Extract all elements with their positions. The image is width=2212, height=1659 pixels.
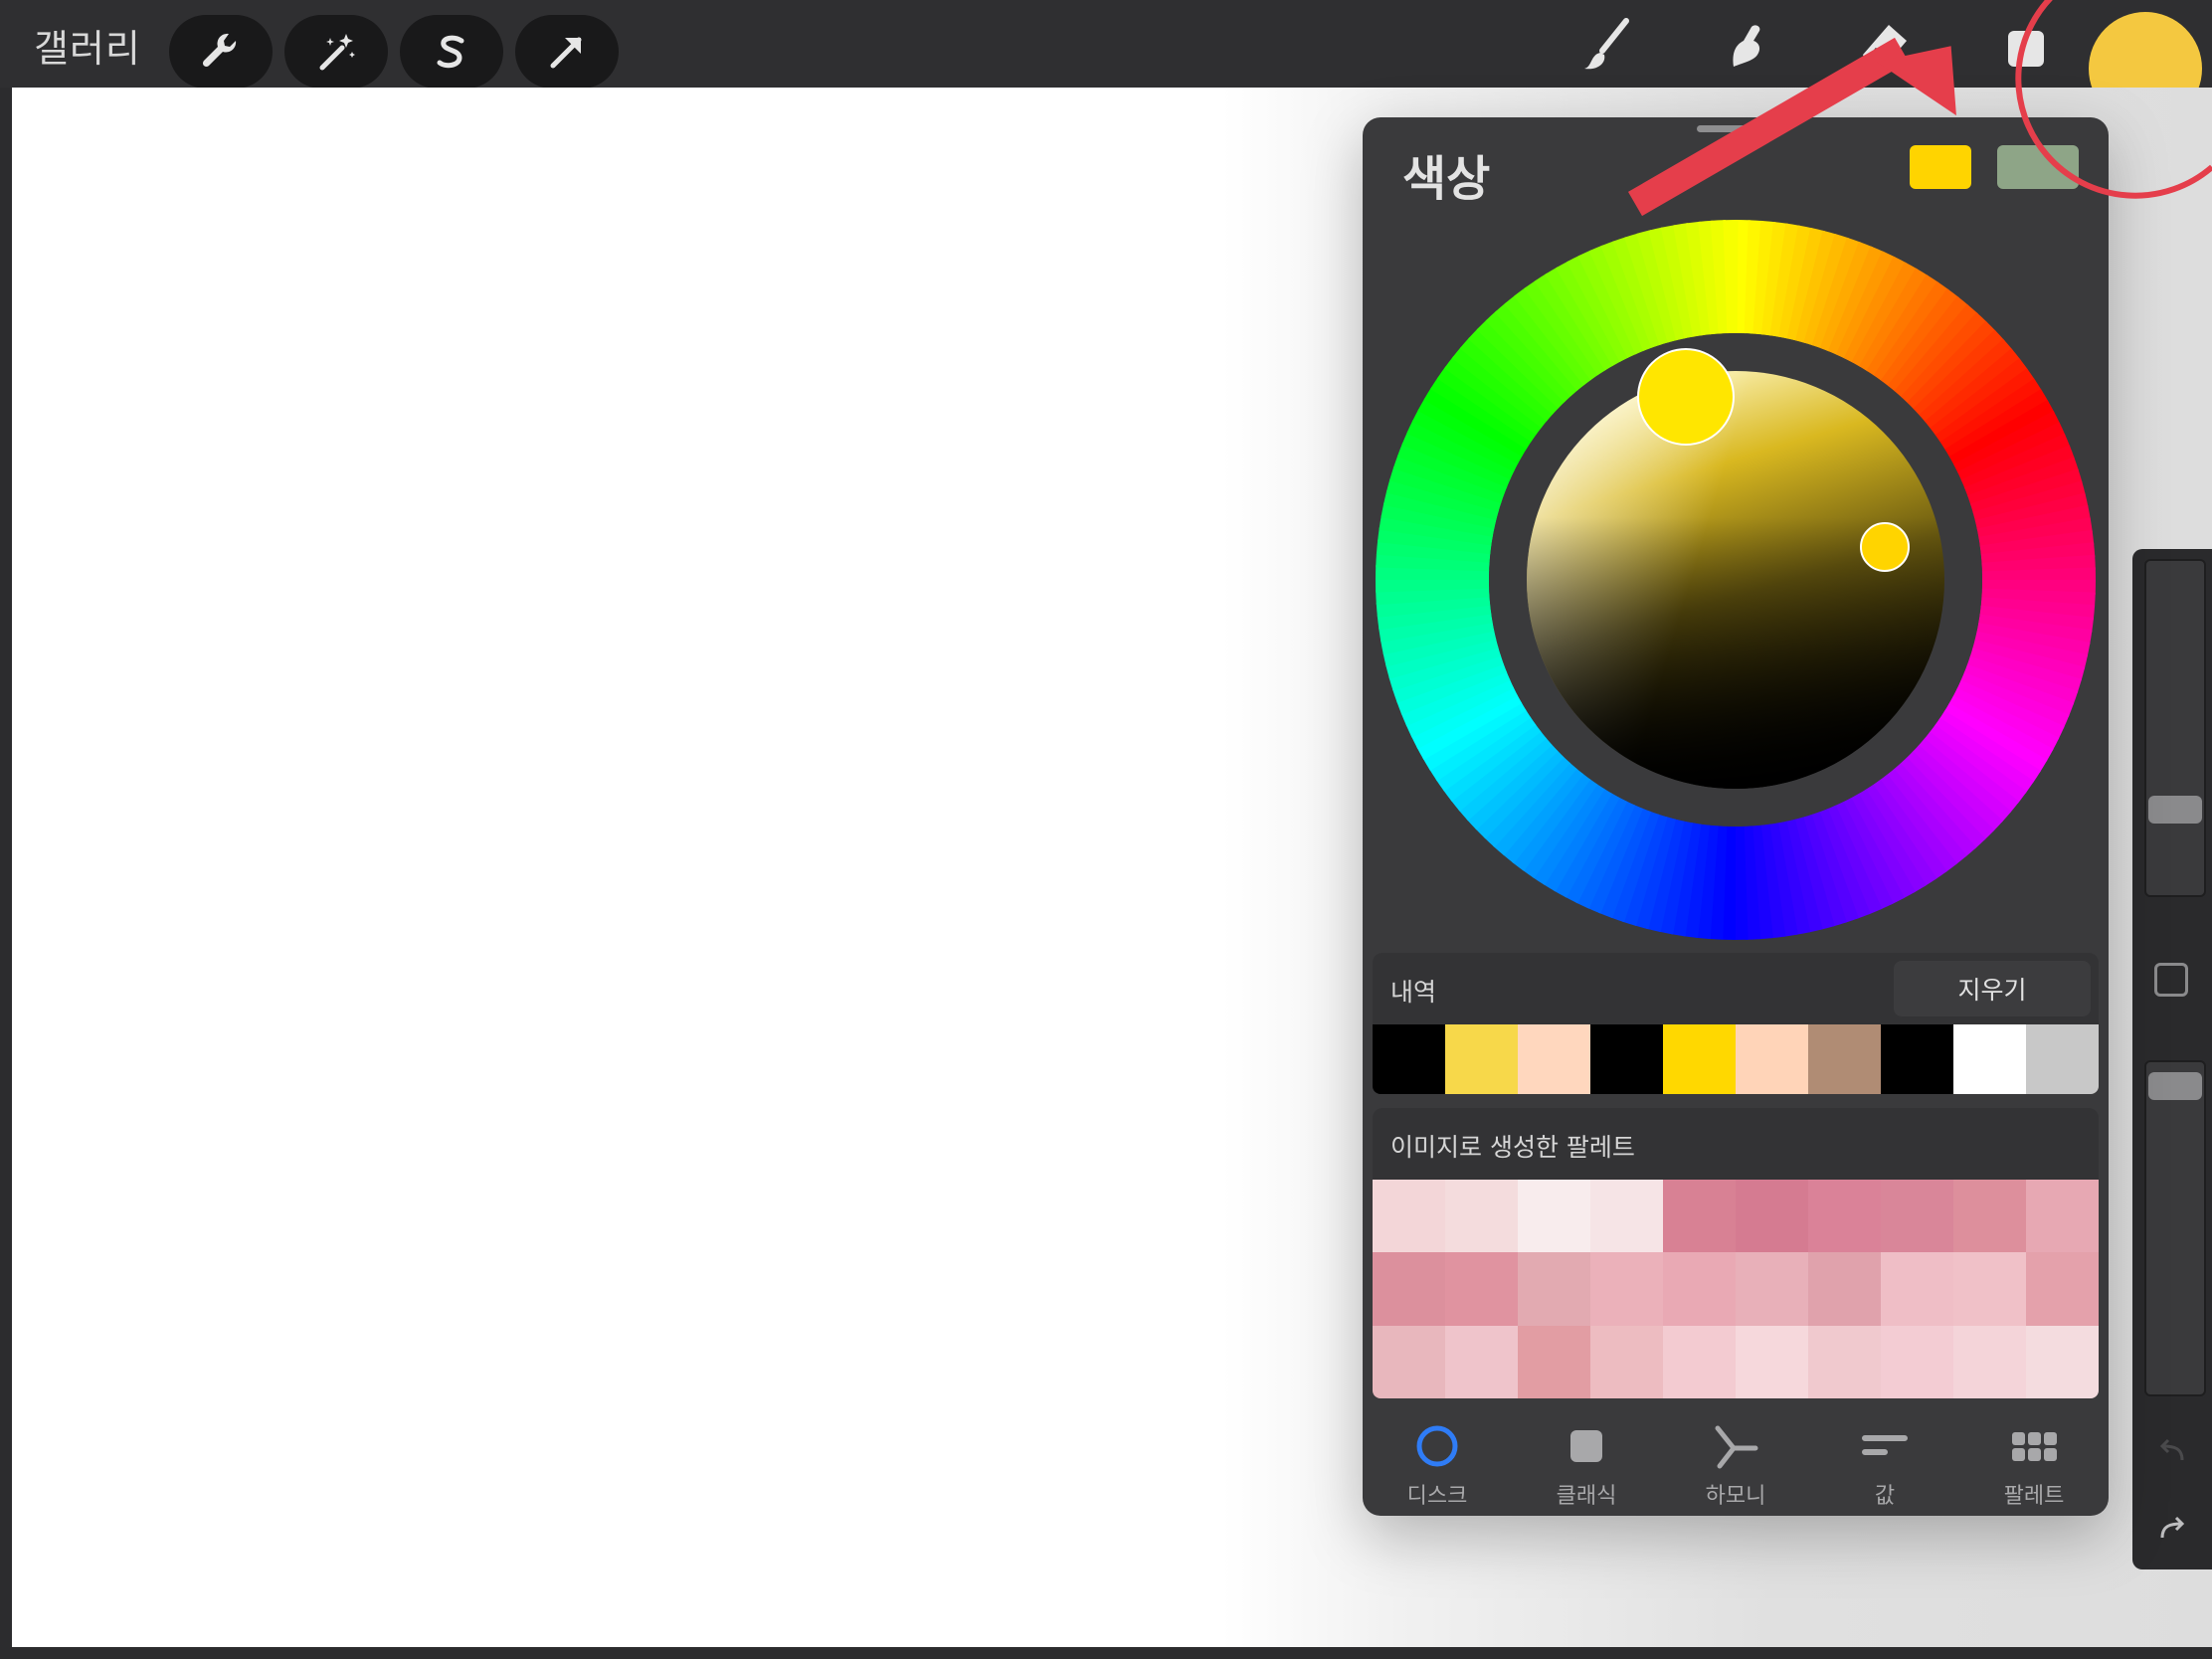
color-mode-tabbar: 디스크 클래식 하모니 값 팔레트: [1363, 1410, 2109, 1516]
history-swatch[interactable]: [1881, 1024, 1953, 1094]
tab-disc[interactable]: 디스크: [1363, 1410, 1512, 1516]
brush-size-slider[interactable]: [2144, 559, 2206, 897]
palette-swatch[interactable]: [1373, 1252, 1445, 1326]
tab-label: 값: [1874, 1484, 1896, 1509]
value-sliders-icon: [1862, 1435, 1908, 1455]
palette-swatch[interactable]: [1590, 1325, 1663, 1398]
tab-label: 클래식: [1556, 1484, 1617, 1509]
wrench-icon[interactable]: [169, 15, 273, 89]
palette-swatches: [1373, 1180, 2099, 1398]
tab-label: 디스크: [1406, 1484, 1468, 1509]
palette-swatch[interactable]: [1736, 1252, 1808, 1326]
palette-swatch[interactable]: [1518, 1325, 1590, 1398]
palette-swatch[interactable]: [1736, 1325, 1808, 1398]
gallery-button[interactable]: 갤러리: [34, 18, 141, 73]
panel-title: 색상: [1402, 151, 1491, 207]
clear-history-button[interactable]: 지우기: [1894, 961, 2091, 1016]
redo-icon[interactable]: [2152, 1508, 2192, 1548]
palette-swatch[interactable]: [1881, 1325, 1953, 1398]
history-swatch[interactable]: [1736, 1024, 1808, 1094]
harmony-icon: [1715, 1425, 1758, 1469]
side-slider-bar: [2132, 549, 2212, 1569]
history-swatch[interactable]: [1445, 1024, 1518, 1094]
transform-arrow-icon[interactable]: [515, 15, 619, 89]
tab-classic[interactable]: 클래식: [1512, 1410, 1661, 1516]
classic-square-icon: [1570, 1430, 1602, 1462]
eraser-icon[interactable]: [1846, 10, 1924, 80]
palette-swatch[interactable]: [1445, 1252, 1518, 1326]
palette-swatch[interactable]: [1663, 1325, 1736, 1398]
brush-icon[interactable]: [1569, 10, 1647, 80]
palette-swatch[interactable]: [1808, 1252, 1881, 1326]
history-swatch[interactable]: [2026, 1024, 2099, 1094]
palette-swatch[interactable]: [1953, 1180, 2026, 1253]
primary-color-swatch[interactable]: [1910, 145, 1971, 189]
tab-value[interactable]: 값: [1810, 1410, 1959, 1516]
layers-icon[interactable]: [1987, 10, 2065, 80]
palette-swatch[interactable]: [1590, 1252, 1663, 1326]
palette-label: 이미지로 생성한 팔레트: [1390, 1133, 1635, 1162]
palette-swatch[interactable]: [1518, 1180, 1590, 1253]
history-swatches: [1373, 1024, 2099, 1094]
tab-label: 팔레트: [2003, 1484, 2065, 1509]
panel-grabber[interactable]: [1697, 125, 1776, 132]
tab-label: 하모니: [1705, 1484, 1766, 1509]
palette-swatch[interactable]: [2026, 1180, 2099, 1253]
palette-swatch[interactable]: [1373, 1325, 1445, 1398]
selection-s-icon[interactable]: [400, 15, 503, 89]
history-swatch[interactable]: [1518, 1024, 1590, 1094]
secondary-color-swatch[interactable]: [1997, 145, 2079, 189]
tab-palettes[interactable]: 팔레트: [1959, 1410, 2109, 1516]
palette-swatch[interactable]: [1373, 1180, 1445, 1253]
top-toolbar: 갤러리: [0, 0, 2212, 125]
modify-square-button[interactable]: [2154, 963, 2188, 997]
palette-swatch[interactable]: [1736, 1180, 1808, 1253]
opacity-thumb[interactable]: [2148, 1072, 2202, 1100]
magic-wand-icon[interactable]: [284, 15, 388, 89]
palette-swatch[interactable]: [1590, 1180, 1663, 1253]
palette-grid-icon: [2012, 1432, 2057, 1461]
opacity-slider[interactable]: [2144, 1060, 2206, 1396]
history-swatch[interactable]: [1808, 1024, 1881, 1094]
palette-swatch[interactable]: [1808, 1180, 1881, 1253]
palette-swatch[interactable]: [1663, 1252, 1736, 1326]
palette-swatch[interactable]: [2026, 1325, 2099, 1398]
palette-header: 이미지로 생성한 팔레트: [1373, 1108, 2099, 1180]
palette-swatch[interactable]: [1881, 1180, 1953, 1253]
color-panel: 색상 내역 지우기 이미지로 생성한 팔레트 디스크 클래식 하모니 값 팔레트: [1363, 117, 2109, 1516]
color-selector[interactable]: [1860, 522, 1910, 572]
history-label: 내역: [1390, 978, 1437, 1007]
palette-swatch[interactable]: [1518, 1252, 1590, 1326]
palette-swatch[interactable]: [1808, 1325, 1881, 1398]
undo-icon[interactable]: [2152, 1430, 2192, 1470]
history-swatch[interactable]: [1373, 1024, 1445, 1094]
palette-swatch[interactable]: [1953, 1325, 2026, 1398]
palette-swatch[interactable]: [1445, 1180, 1518, 1253]
history-swatch[interactable]: [1663, 1024, 1736, 1094]
tab-harmony[interactable]: 하모니: [1661, 1410, 1810, 1516]
history-swatch[interactable]: [1590, 1024, 1663, 1094]
palette-swatch[interactable]: [1445, 1325, 1518, 1398]
brush-size-thumb[interactable]: [2148, 796, 2202, 824]
disc-icon: [1416, 1425, 1458, 1467]
history-header: 내역 지우기: [1373, 953, 2099, 1024]
palette-swatch[interactable]: [1881, 1252, 1953, 1326]
hue-selector[interactable]: [1637, 348, 1735, 446]
color-disc[interactable]: [1373, 217, 2099, 943]
palette-swatch[interactable]: [1953, 1252, 2026, 1326]
palette-swatch[interactable]: [1663, 1180, 1736, 1253]
smudge-icon[interactable]: [1707, 10, 1784, 80]
palette-swatch[interactable]: [2026, 1252, 2099, 1326]
history-swatch[interactable]: [1953, 1024, 2026, 1094]
